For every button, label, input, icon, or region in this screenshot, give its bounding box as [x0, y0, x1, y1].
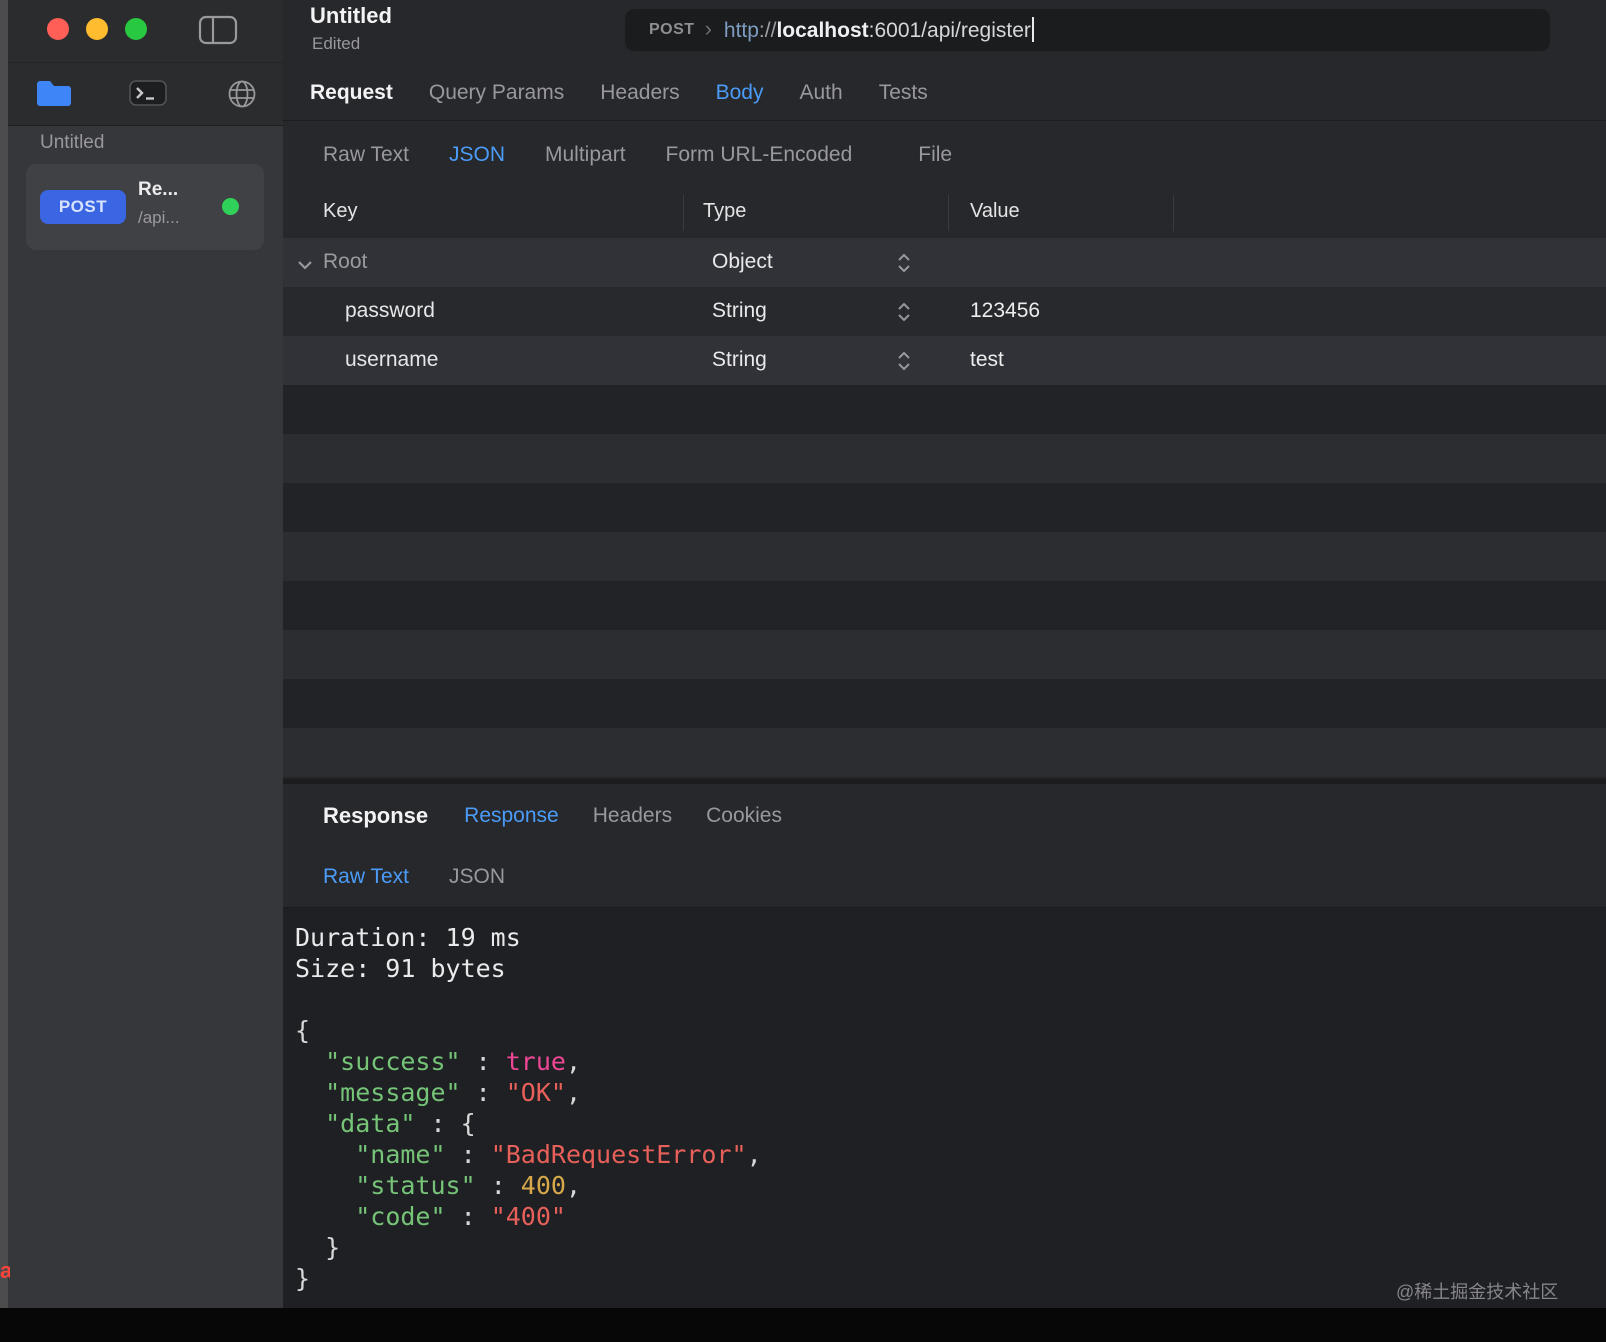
row-key: username [345, 348, 439, 371]
background-edge-text: a [0, 1258, 10, 1283]
code-line: Duration: 19 ms [295, 923, 521, 952]
tab-tests[interactable]: Tests [879, 81, 928, 105]
code-line: "message" : "OK", [325, 1078, 582, 1107]
tab-request[interactable]: Request [310, 81, 393, 105]
url-method-label: POST [649, 21, 695, 38]
window-zoom-button[interactable] [125, 18, 147, 40]
background-edge [0, 0, 8, 1342]
empty-row [283, 532, 1606, 581]
url-host: localhost [776, 19, 869, 42]
column-header-type: Type [703, 200, 747, 222]
empty-row [283, 630, 1606, 679]
request-item-path: /api... [138, 208, 180, 227]
row-value: test [970, 348, 1004, 371]
row-type: String [712, 299, 767, 322]
empty-row [283, 483, 1606, 532]
row-value: 123456 [970, 299, 1041, 322]
empty-row [283, 728, 1606, 777]
type-stepper-icon[interactable] [896, 300, 912, 329]
column-divider [1173, 195, 1174, 231]
request-method-badge: POST [40, 190, 126, 224]
table-row-password[interactable]: password String 123456 [283, 287, 1606, 336]
row-key: Root [323, 250, 368, 273]
code-line: "code" : "400" [355, 1202, 566, 1231]
main-panel: Untitled Edited POST › http://localhost:… [283, 0, 1606, 1342]
tab-body[interactable]: Body [716, 81, 764, 105]
window-minimize-button[interactable] [86, 18, 108, 40]
body-type-tab-bar: Raw Text JSON Multipart Form URL-Encoded… [283, 132, 1606, 178]
request-tab-bar: Request Query Params Headers Body Auth T… [283, 72, 1606, 114]
request-item-name: Re... [138, 179, 179, 200]
code-line: "data" : { [325, 1109, 476, 1138]
tab-json[interactable]: JSON [449, 143, 505, 167]
table-row-username[interactable]: username String test [283, 336, 1606, 385]
code-line: { [295, 1016, 311, 1045]
tab-file[interactable]: File [918, 143, 952, 167]
tab-headers[interactable]: Headers [600, 81, 679, 105]
empty-row [283, 434, 1606, 483]
code-line: Size: 91 bytes [295, 954, 506, 983]
url-bar[interactable]: POST › http://localhost:6001/api/registe… [625, 9, 1550, 51]
tab-response-cookies[interactable]: Cookies [706, 804, 782, 828]
tab-multipart[interactable]: Multipart [545, 143, 626, 167]
url-text[interactable]: http://localhost:6001/api/register [724, 17, 1034, 43]
tab-query-params[interactable]: Query Params [429, 81, 564, 105]
url-chevron-icon: › [704, 15, 712, 41]
tab-form-url-encoded[interactable]: Form URL-Encoded [666, 143, 853, 167]
table-header: Key Type Value [283, 188, 1606, 239]
type-stepper-icon[interactable] [896, 349, 912, 378]
code-line: "success" : true, [325, 1047, 582, 1076]
code-line: } [295, 1233, 341, 1262]
sidebar-group-label: Untitled [40, 132, 105, 153]
row-type: String [712, 348, 767, 371]
url-separator: :// [758, 19, 777, 42]
row-type: Object [712, 250, 773, 273]
sidebar-divider [8, 62, 283, 63]
response-tab-bar: Response Response Headers Cookies [283, 784, 1606, 848]
empty-rows [283, 385, 1606, 779]
terminal-icon[interactable] [128, 78, 168, 113]
column-header-value: Value [970, 200, 1020, 222]
empty-row [283, 385, 1606, 434]
collapse-chevron-icon[interactable] [296, 258, 314, 276]
code-line: "status" : 400, [355, 1171, 582, 1200]
globe-icon[interactable] [226, 78, 258, 115]
column-divider [948, 195, 949, 231]
code-line: "name" : "BadRequestError", [355, 1140, 762, 1169]
folder-icon[interactable] [34, 78, 74, 113]
sidebar-header [8, 0, 283, 126]
text-caret [1031, 17, 1034, 42]
tab-response-json[interactable]: JSON [449, 865, 505, 889]
response-code: Duration: 19 ms Size: 91 bytes { "success… [295, 922, 1606, 1294]
row-key: password [345, 299, 435, 322]
document-title: Untitled [310, 3, 392, 28]
app-window: a Untitled POST Re... /api... Untitled E… [0, 0, 1606, 1342]
column-header-key: Key [323, 200, 358, 222]
window-close-button[interactable] [47, 18, 69, 40]
watermark: @稀土掘金技术社区 [1396, 1282, 1559, 1302]
sidebar: Untitled POST Re... /api... [8, 0, 283, 1342]
empty-row [283, 581, 1606, 630]
column-divider [683, 195, 684, 231]
request-status-dot [222, 198, 239, 215]
tab-auth[interactable]: Auth [800, 81, 843, 105]
tab-raw-text[interactable]: Raw Text [323, 143, 409, 167]
table-row-root[interactable]: Root Object [283, 238, 1606, 287]
url-scheme: http [723, 19, 759, 42]
sidebar-request-item[interactable]: POST Re... /api... [26, 164, 264, 250]
divider [283, 120, 1606, 121]
sidebar-toggle-icon[interactable] [198, 15, 238, 50]
tab-response-raw-text[interactable]: Raw Text [323, 865, 409, 889]
response-format-tab-bar: Raw Text JSON [283, 848, 1606, 906]
bottom-bar [0, 1308, 1606, 1342]
type-stepper-icon[interactable] [896, 251, 912, 280]
document-edited-label: Edited [312, 34, 361, 53]
tab-response[interactable]: Response [464, 804, 559, 828]
response-body[interactable]: Duration: 19 ms Size: 91 bytes { "success… [283, 907, 1606, 1342]
tab-response-headers[interactable]: Headers [593, 804, 672, 828]
empty-row [283, 679, 1606, 728]
url-path: :6001/api/register [868, 19, 1031, 42]
response-section-label: Response [323, 803, 429, 828]
